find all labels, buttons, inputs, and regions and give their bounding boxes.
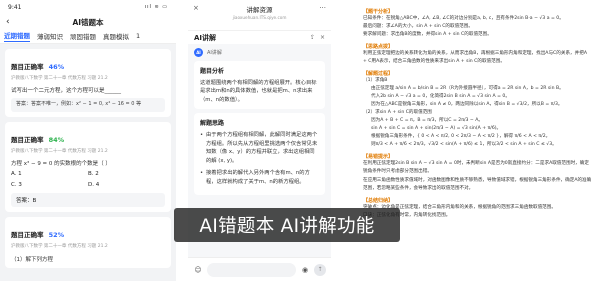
rate-label: 题目正确率 bbox=[11, 135, 44, 144]
tab-more[interactable]: 1 bbox=[136, 32, 140, 40]
rate-value: 52% bbox=[48, 230, 65, 239]
bullet-list: 由于两个方程组有相同解，此解同时满足这两个方程组。所以先从方程组里挑选两个仅含常… bbox=[200, 131, 319, 186]
close-icon[interactable]: × bbox=[320, 34, 325, 41]
section-heading: 【总结归纳】 bbox=[363, 197, 394, 204]
analysis-bubble: 题目分析 这道题围绕两个有相同解的方程组展开。核心目标是求出m和n的具体数值，也… bbox=[194, 61, 325, 110]
list-item: 由于两个方程组有相同解，此解同时满足这两个方程组。所以先从方程组里挑选两个仅含常… bbox=[200, 131, 319, 165]
doc-line: 已知条件：在锐角△ABC中，∠A, ∠B, ∠C的对边分别是a, b, c，且有… bbox=[363, 16, 564, 21]
section-title: 解题思路 bbox=[200, 120, 225, 128]
doc-line: 在利用正弦定理2sin B sin A − √3 sin A = 0时，未判断s… bbox=[363, 161, 589, 175]
list-item: 接着把求出的解代入另外两个含有m、n的方程，这样就构成了关于m、n的新方程组。 bbox=[200, 169, 319, 186]
question-card[interactable]: 题目正确率 46% 沪教版八下数学 第二十一章 代数方程 习题 21.2 试写出… bbox=[5, 49, 171, 117]
doc-line: 利用正弦定理把边的关系转化为角的关系，从而求出角B，再根据三角形内角和定理，找出… bbox=[363, 51, 587, 65]
resource-url: jiaoxuehuan.ITS.qiye.com bbox=[232, 15, 287, 20]
doc-line: （2）求sin A + sin C的取值范围 bbox=[363, 110, 432, 116]
option-d[interactable]: D. 4 bbox=[88, 182, 165, 188]
answer-box: 答案：答案不唯一，例如：x² − 1 = 0, x⁴ − 16 = 0 等 bbox=[11, 98, 165, 112]
question-text: （1）解下列方程 bbox=[11, 256, 53, 263]
answer-box: 答案：B bbox=[11, 192, 165, 207]
mistake-book-phone: 9:41 ııl ≋ ▭ ‹ AI错题本 近期错题 薄弱知识 顽固错题 真题模拟… bbox=[0, 0, 176, 281]
doc-line: 由正弦定理 a/sin A = b/sin B = 2R（R为外接圆半径），可得… bbox=[371, 86, 564, 92]
section-heading: 【易错提示】 bbox=[363, 154, 394, 161]
caption-text: AI错题本 AI讲解功能 bbox=[199, 216, 375, 237]
feature-caption: AI错题本 AI讲解功能 bbox=[174, 208, 400, 242]
section-text: 这道题围绕两个有相同解的方程组展开。核心目标是求出m和n的具体数值，也就是把m、… bbox=[200, 80, 317, 103]
question-card[interactable]: 题目正确率 52% 沪教版八下数学 第二十一章 代数方程 习题 21.2 （1）… bbox=[5, 216, 171, 268]
doc-line: sin A + sin C = sin A + sin(2π/3 − A) = … bbox=[371, 126, 502, 132]
question-card[interactable]: 题目正确率 84% 沪教版八下数学 第二十一章 代数方程 习题 21.2 方程 … bbox=[5, 121, 171, 212]
tab-weak-knowledge[interactable]: 薄弱知识 bbox=[37, 31, 63, 41]
bot-row: AI AI讲解 bbox=[188, 44, 331, 61]
nav-bar: ‹ AI错题本 bbox=[0, 14, 176, 30]
status-bar: 9:41 ııl ≋ ▭ bbox=[0, 0, 176, 14]
option-a[interactable]: A. 1 bbox=[11, 171, 88, 177]
chat-input[interactable] bbox=[207, 262, 296, 277]
rate-label: 题目正确率 bbox=[11, 63, 44, 71]
close-icon[interactable]: × bbox=[193, 4, 199, 12]
section-heading: 【解题过程】 bbox=[363, 71, 394, 78]
share-icon[interactable]: ⇪ bbox=[310, 34, 315, 41]
bot-avatar-icon: AI bbox=[194, 48, 203, 57]
doc-line: 要求解问题：求出角B的度数，并得sin A + sin C的取值范围。 bbox=[363, 32, 492, 38]
ai-title: AI讲解 bbox=[194, 33, 217, 42]
doc-line: 根据锐角三角形条件，{ 0 < A < π/2, 0 < 2π/3 − A < … bbox=[371, 134, 551, 140]
doc-line: （1）求角B bbox=[363, 78, 388, 84]
section-heading: 【思路点拨】 bbox=[363, 44, 394, 51]
option-c[interactable]: C. 3 bbox=[11, 182, 88, 188]
section-heading: 【题干分析】 bbox=[363, 9, 394, 15]
ai-header: AI讲解 ⇪ × bbox=[188, 30, 331, 44]
question-meta: 沪教版八下数学 第二十一章 代数方程 习题 21.2 bbox=[11, 76, 108, 81]
send-button[interactable]: ↑ bbox=[314, 263, 326, 276]
question-text: 试写出一个二元方程，这个方程可以是______ bbox=[11, 88, 122, 94]
doc-line: 因为在△ABC是锐角三角形，sin A ≠ 0，两边同除以sin A，得sin … bbox=[371, 102, 563, 108]
doc-line: 代入2b sin A − √3 a = 0，化简得2sin B sin A = … bbox=[371, 94, 510, 100]
question-meta: 沪教版八下数学 第二十一章 代数方程 习题 21.2 bbox=[11, 148, 108, 154]
approach-bubble: 解题思路 由于两个方程组有相同解，此解同时满足这两个方程组。所以先从方程组里挑选… bbox=[194, 113, 325, 196]
question-meta: 沪教版八下数学 第二十一章 代数方程 习题 21.2 bbox=[11, 243, 108, 249]
option-b[interactable]: B. 2 bbox=[88, 171, 165, 177]
bot-name: AI讲解 bbox=[207, 50, 222, 56]
signal-icons: ııl ≋ ▭ bbox=[144, 4, 168, 10]
tab-bar: 近期错题 薄弱知识 顽固错题 真题模拟 1 bbox=[0, 30, 176, 44]
doc-line: 最后问题：求∠A的大小，sin A + sin C的取值范围。 bbox=[363, 24, 473, 30]
emoji-icon[interactable]: ☺ bbox=[193, 266, 203, 274]
more-icon[interactable]: ··· bbox=[319, 4, 326, 12]
section-title: 题目分析 bbox=[200, 68, 225, 75]
doc-line: 则π/3 < A + π/6 < 2π/3，√3/2 < sin(A + π/6… bbox=[371, 142, 557, 148]
options-grid: A. 1 B. 2 C. 3 D. 4 bbox=[11, 171, 165, 188]
status-time: 9:41 bbox=[8, 3, 22, 11]
tab-mock-exam[interactable]: 真题模拟 bbox=[103, 31, 129, 41]
tab-recent[interactable]: 近期错题 bbox=[4, 30, 30, 42]
tab-stubborn[interactable]: 顽固错题 bbox=[70, 31, 96, 41]
rate-value: 84% bbox=[48, 135, 65, 144]
rate-value: 46% bbox=[48, 63, 65, 71]
chat-input-bar: ☺ ◉ ↑ bbox=[188, 257, 331, 281]
mic-icon[interactable]: ◉ bbox=[300, 266, 310, 274]
page-title: AI错题本 bbox=[72, 17, 104, 27]
doc-line: 在应用三角函数性质求值域时，对函数图像和性质不够熟悉，导致值域求错，根据锐角三角… bbox=[363, 177, 592, 191]
doc-line: 因为A + B + C = π，B = π/3，所以C = 2π/3 − A。 bbox=[371, 118, 483, 124]
browser-top-bar: × 讲解资源 jiaoxuehuan.ITS.qiye.com ··· bbox=[188, 0, 331, 30]
resource-title: 讲解资源 bbox=[246, 6, 273, 14]
question-text: 方程 x³ − 9 = 0 的实数根的个数是（ ） bbox=[11, 160, 111, 167]
rate-label: 题目正确率 bbox=[11, 230, 44, 239]
back-icon[interactable]: ‹ bbox=[6, 17, 20, 27]
